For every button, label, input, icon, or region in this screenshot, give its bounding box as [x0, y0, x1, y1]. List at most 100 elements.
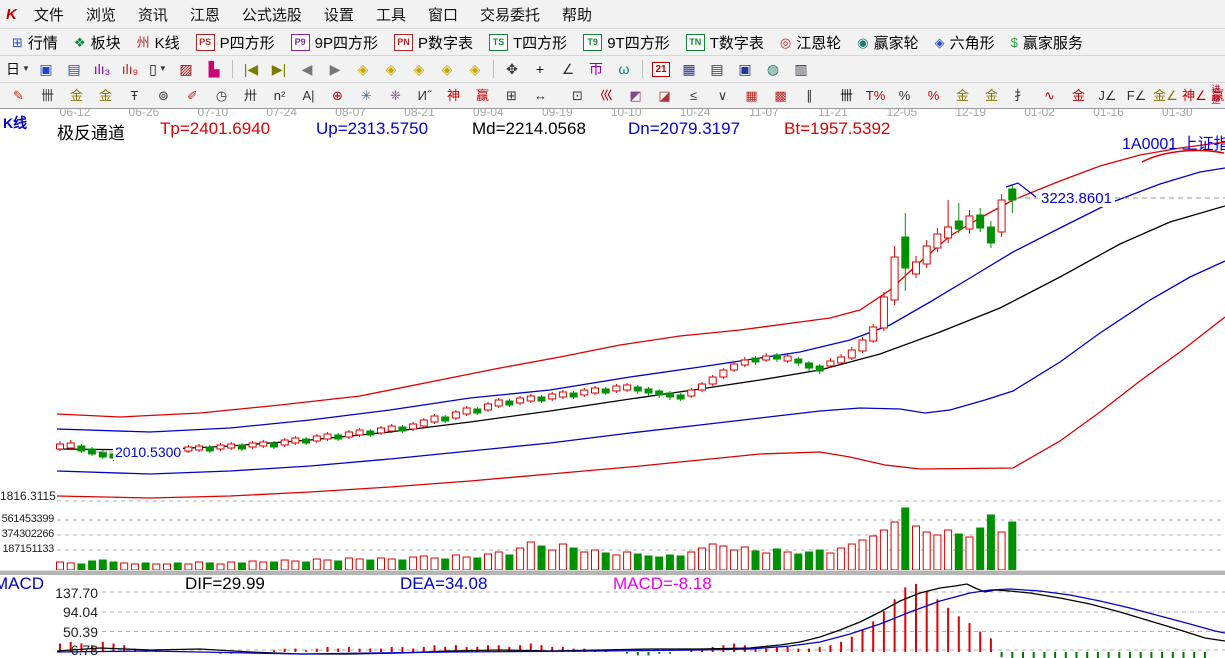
draw-gold-gann-2-button[interactable]: 金 [91, 85, 120, 107]
menu-4[interactable]: 江恩 [179, 1, 231, 28]
tool-color-histogram-button[interactable]: ▙ [200, 58, 228, 80]
draw-gold-gann-1-button[interactable]: 金 [62, 85, 91, 107]
draw-red-grid-1-button[interactable]: ▦ [737, 85, 766, 107]
tool-diamond-x-button[interactable]: ◈ [433, 58, 461, 80]
tool-first-page-button[interactable]: |◀ [237, 58, 265, 80]
gann-tool-icon: 帀 [589, 61, 603, 77]
draw-n-squared-button[interactable]: n² [265, 85, 294, 107]
tool-page-prev-button[interactable]: ◀ [293, 58, 321, 80]
tool-crosshair-button[interactable]: + [526, 58, 554, 80]
feature-hexagon-button[interactable]: ◈ 六角形 [927, 31, 1003, 53]
candle-body [719, 369, 728, 378]
draw-circle-ruler-button[interactable]: ◷ [207, 85, 236, 107]
feature-sectors-button[interactable]: ❖ 板块 [66, 31, 129, 53]
menu-9[interactable]: 交易委托 [469, 1, 551, 28]
feature-winner-wheel-button[interactable]: ◉ 赢家轮 [849, 31, 926, 53]
tool-candle-style-button[interactable]: ▯ ▼ [144, 58, 172, 80]
draw-gold-red-line-button[interactable]: 金 [1064, 85, 1093, 107]
draw-shen-tool-button[interactable]: 神 [439, 85, 468, 107]
draw-red-wave-button[interactable]: ∿ [1035, 85, 1064, 107]
tool-info-panel-button[interactable]: ▤ [60, 58, 88, 80]
feature-9t-square-button[interactable]: T9 9T四方形 [575, 31, 678, 53]
draw-red-grid-2-button[interactable]: ▩ [766, 85, 795, 107]
tool-last-page-button[interactable]: ▶| [265, 58, 293, 80]
tool-pan-hand-button[interactable]: ✥ [498, 58, 526, 80]
pane-splitter[interactable] [0, 570, 1225, 575]
menu-7[interactable]: 工具 [365, 1, 417, 28]
draw-ying-tool-button[interactable]: 赢 [468, 85, 497, 107]
tool-chart-3-button[interactable]: ılı₃ [88, 58, 116, 80]
tool-chip-distribution-button[interactable]: ▨ [172, 58, 200, 80]
draw-arrow-fan-button[interactable]: ≤ [679, 85, 708, 107]
tool-page-next-button[interactable]: ▶ [321, 58, 349, 80]
volume-bar [612, 554, 621, 571]
draw-ray-fan-red-button[interactable]: 巛 [592, 85, 621, 107]
tool-export-web-button[interactable]: ◍ [759, 58, 787, 80]
feature-p-square-button[interactable]: PS P四方形 [188, 31, 283, 53]
draw-gold-underline-button[interactable]: 金 [977, 85, 1006, 107]
toolbar-overflow[interactable]: 进整 [1208, 84, 1224, 106]
draw-f-comb-button[interactable]: Ŧ [120, 85, 149, 107]
draw-boxed-star-button[interactable]: ❈ [381, 85, 410, 107]
tool-remote-pc-button[interactable]: ▥ [787, 58, 815, 80]
draw-pencil-angle-button[interactable]: ✐ [178, 85, 207, 107]
tool-notes-button[interactable]: ▤ [703, 58, 731, 80]
tool-kline-period-button[interactable]: 日 ▼ [4, 58, 32, 80]
draw-parallel-lines-button[interactable]: ∥ [795, 85, 824, 107]
draw-percent-button[interactable]: % [890, 85, 919, 107]
tool-wave-tool-button[interactable]: ω [610, 58, 638, 80]
draw-shen-angle-button[interactable]: 神∠ [1180, 85, 1209, 107]
draw-star-rays-button[interactable]: ✳ [352, 85, 381, 107]
menu-3[interactable]: 资讯 [127, 1, 179, 28]
tool-save-button[interactable]: ▣ [731, 58, 759, 80]
draw-brush-button[interactable]: 扌 [1006, 85, 1035, 107]
draw-spiral-button[interactable]: ⊚ [149, 85, 178, 107]
menu-1[interactable]: 文件 [23, 1, 75, 28]
draw-check-vee-button[interactable]: ∨ [708, 85, 737, 107]
draw-box-rays-1-button[interactable]: ◩ [621, 85, 650, 107]
draw-f-angle-button[interactable]: F∠ [1122, 85, 1151, 107]
draw-target-circle-button[interactable]: ⊕ [323, 85, 352, 107]
feature-gann-wheel-button[interactable]: ◎ 江恩轮 [772, 31, 849, 53]
draw-gann-bars-button[interactable]: 卌 [832, 85, 861, 107]
draw-j-angle-button[interactable]: J∠ [1093, 85, 1122, 107]
draw-t-percent-button[interactable]: T% [861, 85, 890, 107]
draw-gold-angle-button[interactable]: 金∠ [1151, 85, 1180, 107]
menu-6[interactable]: 设置 [313, 1, 365, 28]
feature-t-square-button[interactable]: TS T四方形 [481, 31, 575, 53]
feature-winner-service-button[interactable]: $ 赢家服务 [1003, 31, 1091, 53]
tool-diamond-left-button[interactable]: ◈ [349, 58, 377, 80]
overflow-icon-1[interactable]: 进 [1211, 84, 1220, 95]
tool-gann-tool-button[interactable]: 帀 [582, 58, 610, 80]
feature-kline-button[interactable]: 州 K线 [129, 31, 188, 53]
tool-diamond-all-button[interactable]: ◈ [461, 58, 489, 80]
menu-8[interactable]: 窗口 [417, 1, 469, 28]
draw-box-frame-button[interactable]: ⊡ [563, 85, 592, 107]
tool-angle-measure-button[interactable]: ∠ [554, 58, 582, 80]
tool-calculator-button[interactable]: ▦ [675, 58, 703, 80]
tool-diamond-right-button[interactable]: ◈ [377, 58, 405, 80]
tool-calendar-button[interactable]: 21 [647, 58, 675, 80]
volume-bar [334, 560, 343, 571]
menu-2[interactable]: 浏览 [75, 1, 127, 28]
feature-p-table-button[interactable]: PN P数字表 [386, 31, 481, 53]
tool-chart-9-button[interactable]: ılı₉ [116, 58, 144, 80]
tool-diamond-h-button[interactable]: ◈ [405, 58, 433, 80]
draw-pencil-button[interactable]: ✎ [4, 85, 33, 107]
draw-a-line-button[interactable]: A| [294, 85, 323, 107]
menu-5[interactable]: 公式选股 [231, 1, 313, 28]
draw-gold-circle-button[interactable]: 金 [948, 85, 977, 107]
feature-quotes-button[interactable]: ⊞ 行情 [4, 31, 66, 53]
draw-span-arrow-button[interactable]: ↔ [526, 85, 555, 107]
draw-comb-lines-2-button[interactable]: 卅 [236, 85, 265, 107]
overflow-icon-2[interactable]: 整 [1211, 95, 1220, 106]
draw-percent-line-button[interactable]: % [919, 85, 948, 107]
feature-9p-square-button[interactable]: P9 9P四方形 [283, 31, 386, 53]
draw-i-quote-button[interactable]: И˝ [410, 85, 439, 107]
tool-window-cascade-button[interactable]: ▣ [32, 58, 60, 80]
draw-grid-123-button[interactable]: ⊞ [497, 85, 526, 107]
draw-box-rays-2-button[interactable]: ◪ [650, 85, 679, 107]
menu-10[interactable]: 帮助 [551, 1, 603, 28]
feature-t-table-button[interactable]: TN T数字表 [678, 31, 772, 53]
draw-comb-lines-button[interactable]: 卌 [33, 85, 62, 107]
